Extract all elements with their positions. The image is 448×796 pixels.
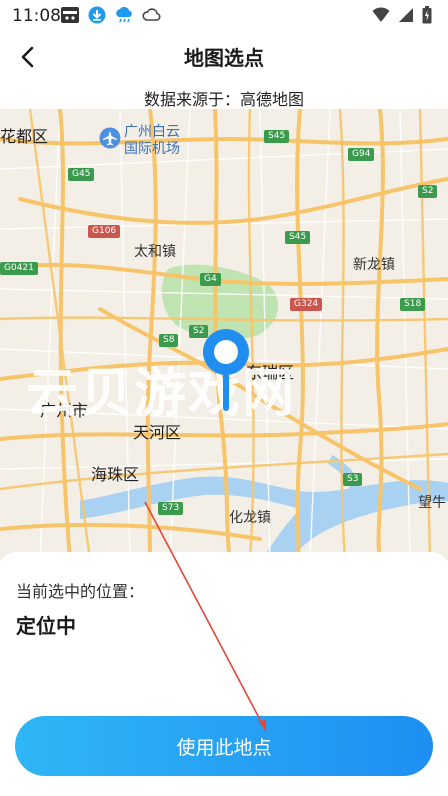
bot-app-icon xyxy=(61,7,79,23)
road-badge: G45 xyxy=(68,168,95,181)
top-app-bar: 地图选点 xyxy=(0,34,448,80)
road-badge: S3 xyxy=(343,473,363,486)
road-badge: G324 xyxy=(290,298,323,311)
road-badge: G106 xyxy=(88,225,121,238)
road-badge: G0421 xyxy=(0,262,38,275)
map-label: 望牛 xyxy=(418,495,446,511)
status-time: 11:08 xyxy=(12,6,61,26)
download-icon xyxy=(88,6,106,24)
road-badge: S45 xyxy=(264,130,290,143)
selected-location-label: 当前选中的位置： xyxy=(16,582,145,601)
map-label: 花都区 xyxy=(0,127,49,146)
status-bar: 11:08 xyxy=(0,0,448,32)
map-label: 国际机场 xyxy=(124,141,180,157)
road-badge: S45 xyxy=(285,231,311,244)
road-badge: S2 xyxy=(418,185,438,198)
road-badge: S73 xyxy=(158,502,184,515)
map-label: 太和镇 xyxy=(134,244,176,260)
location-status: 定位中 xyxy=(16,614,76,638)
map-label: 化龙镇 xyxy=(229,510,271,526)
status-icons-left xyxy=(60,6,162,24)
road-badge: S18 xyxy=(400,298,426,311)
signal-icon xyxy=(399,8,413,22)
status-icons-right xyxy=(372,6,432,24)
weather-cloud-icon xyxy=(116,6,132,23)
use-location-button[interactable]: 使用此地点 xyxy=(15,716,433,776)
road-badge: G4 xyxy=(200,273,221,286)
watermark-text: 云贝游戏网 xyxy=(25,363,297,425)
map-label: 海珠区 xyxy=(91,465,140,484)
map-source-text: 数据来源于：高德地图 xyxy=(143,90,304,109)
map-label: 新龙镇 xyxy=(353,257,395,273)
page-title: 地图选点 xyxy=(184,46,264,70)
cloud-outline-icon xyxy=(142,8,161,21)
location-pin-icon[interactable] xyxy=(198,325,254,413)
map-view[interactable]: 花都区 广州白云 国际机场 太和镇 新龙镇 东瑞区 广州市 天河区 海珠区 化龙… xyxy=(0,109,448,560)
road-badge: G94 xyxy=(348,148,375,161)
road-badge: S8 xyxy=(159,334,179,347)
airport-plane-icon xyxy=(99,127,121,149)
battery-charging-icon xyxy=(422,6,432,24)
wifi-icon xyxy=(372,7,390,22)
